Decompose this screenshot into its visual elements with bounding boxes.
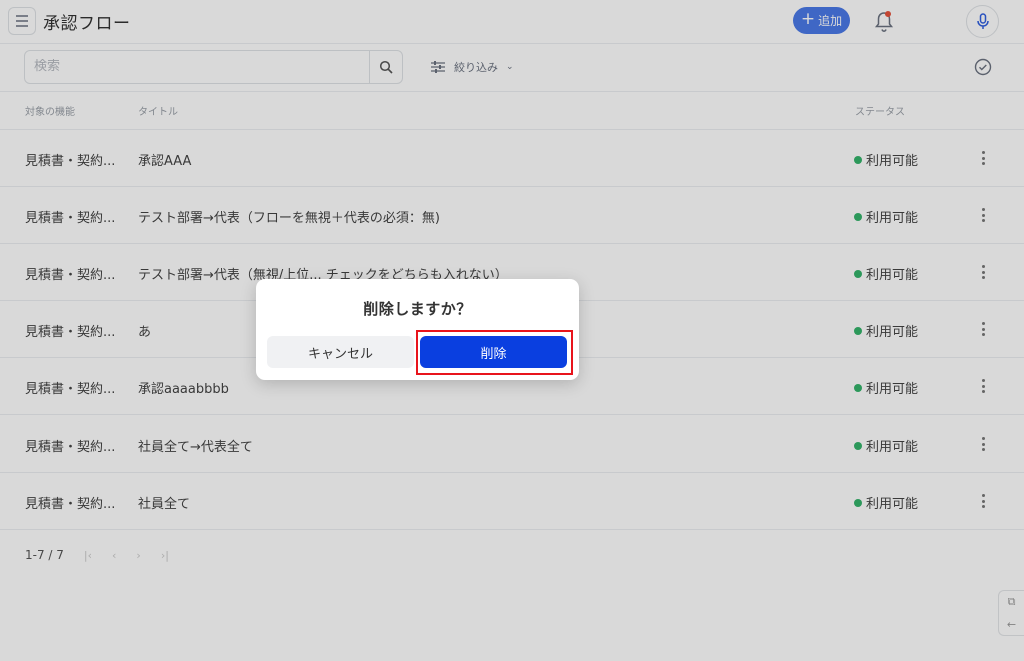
cancel-button[interactable]: キャンセル: [267, 336, 414, 368]
dialog-title: 削除しますか？: [363, 300, 472, 318]
delete-button-highlight: [416, 330, 573, 375]
